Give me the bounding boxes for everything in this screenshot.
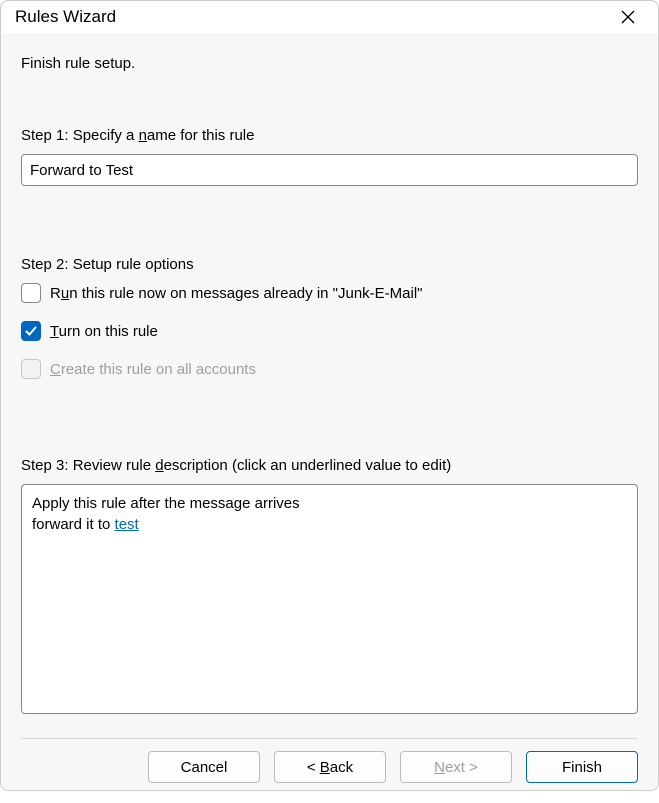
checkbox-checked-icon (21, 321, 41, 341)
rule-forward-target-link[interactable]: test (115, 516, 139, 533)
next-button: Next > (400, 751, 512, 783)
dialog-content: Finish rule setup. Step 1: Specify a nam… (1, 33, 658, 751)
titlebar: Rules Wizard (1, 1, 658, 33)
cancel-button[interactable]: Cancel (148, 751, 260, 783)
dialog-title: Rules Wizard (15, 7, 612, 27)
close-icon (621, 10, 635, 24)
checkbox-label: Create this rule on all accounts (50, 361, 256, 378)
rule-name-input[interactable] (21, 154, 638, 186)
dialog-footer: Cancel < Back Next > Finish (1, 751, 658, 803)
close-button[interactable] (612, 1, 644, 33)
checkbox-label: Turn on this rule (50, 323, 158, 340)
checkbox-all-accounts: Create this rule on all accounts (21, 359, 638, 379)
checkbox-label: Run this rule now on messages already in… (50, 285, 423, 302)
checkbox-turn-on[interactable]: Turn on this rule (21, 321, 638, 341)
checkbox-run-now[interactable]: Run this rule now on messages already in… (21, 283, 638, 303)
finish-button[interactable]: Finish (526, 751, 638, 783)
checkbox-disabled-icon (21, 359, 41, 379)
rule-desc-line: forward it to test (32, 514, 627, 535)
rule-description-box: Apply this rule after the message arrive… (21, 484, 638, 714)
step3-label: Step 3: Review rule description (click a… (21, 457, 638, 474)
page-heading: Finish rule setup. (21, 55, 638, 72)
rule-desc-line: Apply this rule after the message arrive… (32, 493, 627, 514)
step2-label: Step 2: Setup rule options (21, 256, 638, 273)
footer-separator (21, 738, 638, 739)
checkbox-icon (21, 283, 41, 303)
back-button[interactable]: < Back (274, 751, 386, 783)
rules-wizard-dialog: Rules Wizard Finish rule setup. Step 1: … (0, 0, 659, 791)
step1-label: Step 1: Specify a name for this rule (21, 127, 638, 144)
